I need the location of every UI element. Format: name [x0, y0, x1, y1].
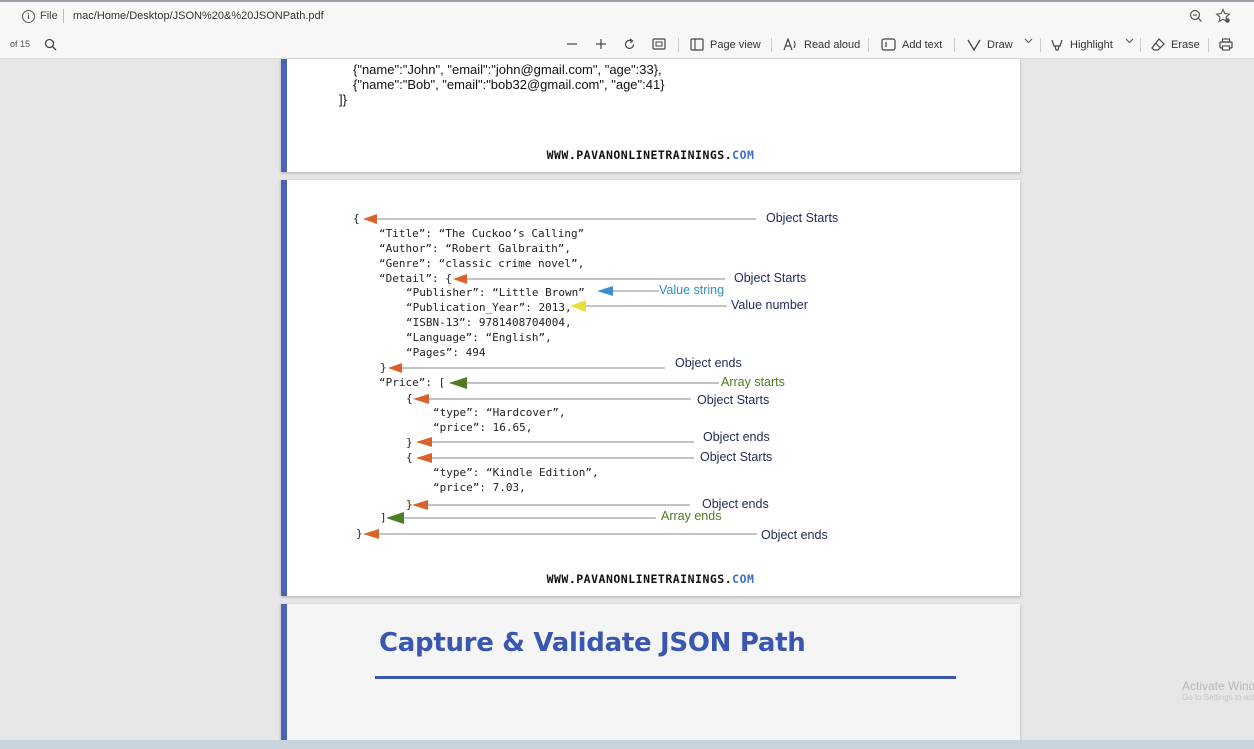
- highlight-button[interactable]: Highlight: [1050, 38, 1113, 51]
- draw-icon: [967, 39, 981, 51]
- highlight-options-chevron-icon[interactable]: [1125, 38, 1134, 44]
- annotation-label: Object ends: [675, 356, 742, 370]
- highlighter-icon: [1051, 39, 1063, 51]
- annotation-label: Object Starts: [734, 271, 807, 285]
- footer-website: WWW.PAVANONLINETRAININGS.COM: [281, 572, 1020, 586]
- divider: [1140, 38, 1141, 52]
- divider: [954, 38, 955, 52]
- page-count: of 15: [10, 39, 31, 49]
- code-line: “Pages”: 494: [406, 346, 486, 359]
- read-aloud-icon: [783, 38, 796, 51]
- code-line: “Publication_Year”: 2013,: [406, 301, 572, 314]
- fit-page-icon[interactable]: [652, 38, 666, 50]
- page-view-icon: [690, 38, 704, 51]
- divider: [1208, 38, 1209, 52]
- code-line: ]: [380, 511, 387, 524]
- code-line: }: [406, 436, 413, 449]
- file-label: File: [40, 10, 58, 22]
- draw-label: Draw: [987, 38, 1013, 51]
- code-line: }: [380, 361, 387, 374]
- pdf-page-3: Capture & Validate JSON Path: [281, 604, 1020, 749]
- json-line: ]}: [339, 92, 347, 107]
- annotation-label: Value string: [659, 283, 725, 297]
- draw-options-chevron-icon[interactable]: [1024, 38, 1033, 44]
- page-view-button[interactable]: Page view: [690, 38, 761, 51]
- title-underline: [375, 676, 956, 679]
- code-line: {: [406, 451, 413, 464]
- annotation-label: Array starts: [721, 375, 785, 389]
- draw-button[interactable]: Draw: [967, 38, 1013, 51]
- footer-website-tld: COM: [732, 148, 755, 162]
- annotation-label: Object Starts: [766, 211, 839, 225]
- rotate-icon[interactable]: [623, 38, 636, 51]
- pdf-page-1: {"name":"John", "email":"john@gmail.com"…: [281, 59, 1020, 172]
- pdf-page-2: { “Title”: “The Cuckoo’s Calling” “Autho…: [281, 180, 1020, 596]
- print-icon[interactable]: [1219, 38, 1233, 51]
- code-line: “price”: 16.65,: [433, 421, 533, 434]
- address-bar: i File mac/Home/Desktop/JSON%20&%20JSONP…: [0, 0, 1254, 31]
- footer-website-main: WWW.PAVANONLINETRAININGS.: [546, 148, 733, 162]
- add-text-label: Add text: [902, 38, 943, 51]
- pdf-toolbar: of 15 Page view Read aloud Add text Draw…: [0, 31, 1254, 59]
- code-line: “Language”: “English”,: [406, 331, 552, 344]
- page-view-label: Page view: [710, 38, 761, 51]
- info-icon[interactable]: i: [22, 10, 35, 23]
- json-line: {"name":"Bob", "email":"bob32@gmail.com"…: [353, 77, 665, 92]
- code-line: {: [353, 212, 360, 225]
- slide-title: Capture & Validate JSON Path: [379, 628, 806, 658]
- zoom-out-icon[interactable]: [1189, 9, 1203, 28]
- annotation-label: Object ends: [761, 528, 828, 542]
- divider: [771, 38, 772, 52]
- search-icon[interactable]: [44, 38, 57, 51]
- code-line: “type”: “Hardcover”,: [433, 406, 566, 419]
- activation-watermark-subtext: Go to Settings to activate Windows.: [1182, 693, 1254, 702]
- favorite-star-icon[interactable]: [1215, 8, 1231, 29]
- taskbar: [0, 740, 1254, 749]
- zoom-minus-icon[interactable]: [566, 38, 578, 50]
- code-line: “Genre”: “classic crime novel”,: [379, 257, 585, 270]
- divider: [678, 38, 679, 52]
- code-line: “ISBN-13”: 9781408704004,: [406, 316, 572, 329]
- activation-watermark: Activate Windows: [1182, 679, 1254, 693]
- code-line: “Price”: [: [379, 376, 446, 389]
- json-line: {"name":"John", "email":"john@gmail.com"…: [353, 62, 662, 77]
- add-text-icon: [881, 38, 896, 51]
- json-example-text: {"name":"John", "email":"john@gmail.com"…: [339, 62, 665, 107]
- annotation-label: Object Starts: [700, 450, 773, 464]
- footer-website-tld: COM: [732, 572, 755, 586]
- annotation-label: Value number: [731, 298, 808, 312]
- code-line: “Detail”: {: [379, 272, 452, 285]
- code-line: }: [406, 498, 413, 511]
- eraser-icon: [1151, 38, 1165, 51]
- divider: [1040, 38, 1041, 52]
- read-aloud-button[interactable]: Read aloud: [783, 38, 860, 51]
- code-line: “Publisher”: “Little Brown”: [406, 286, 585, 299]
- code-line: “Title”: “The Cuckoo’s Calling”: [379, 227, 585, 240]
- annotation-label: Array ends: [661, 509, 722, 523]
- footer-website: WWW.PAVANONLINETRAININGS.COM: [281, 148, 1020, 162]
- add-text-button[interactable]: Add text: [881, 38, 942, 51]
- code-line: }: [356, 527, 363, 540]
- erase-button[interactable]: Erase: [1151, 38, 1200, 51]
- url-text[interactable]: mac/Home/Desktop/JSON%20&%20JSONPath.pdf: [73, 10, 324, 22]
- code-line: “Author”: “Robert Galbraith”,: [379, 242, 572, 255]
- divider: [868, 38, 869, 52]
- read-aloud-label: Read aloud: [804, 38, 861, 51]
- zoom-plus-icon[interactable]: [595, 38, 607, 50]
- divider: [63, 9, 64, 23]
- highlight-label: Highlight: [1070, 38, 1113, 51]
- annotation-label: Object ends: [703, 430, 770, 444]
- footer-website-main: WWW.PAVANONLINETRAININGS.: [546, 572, 733, 586]
- code-line: “type”: “Kindle Edition”,: [433, 466, 599, 479]
- code-line: {: [406, 392, 413, 405]
- erase-label: Erase: [1171, 38, 1200, 51]
- code-line: “price”: 7.03,: [433, 481, 526, 494]
- annotation-label: Object Starts: [697, 393, 770, 407]
